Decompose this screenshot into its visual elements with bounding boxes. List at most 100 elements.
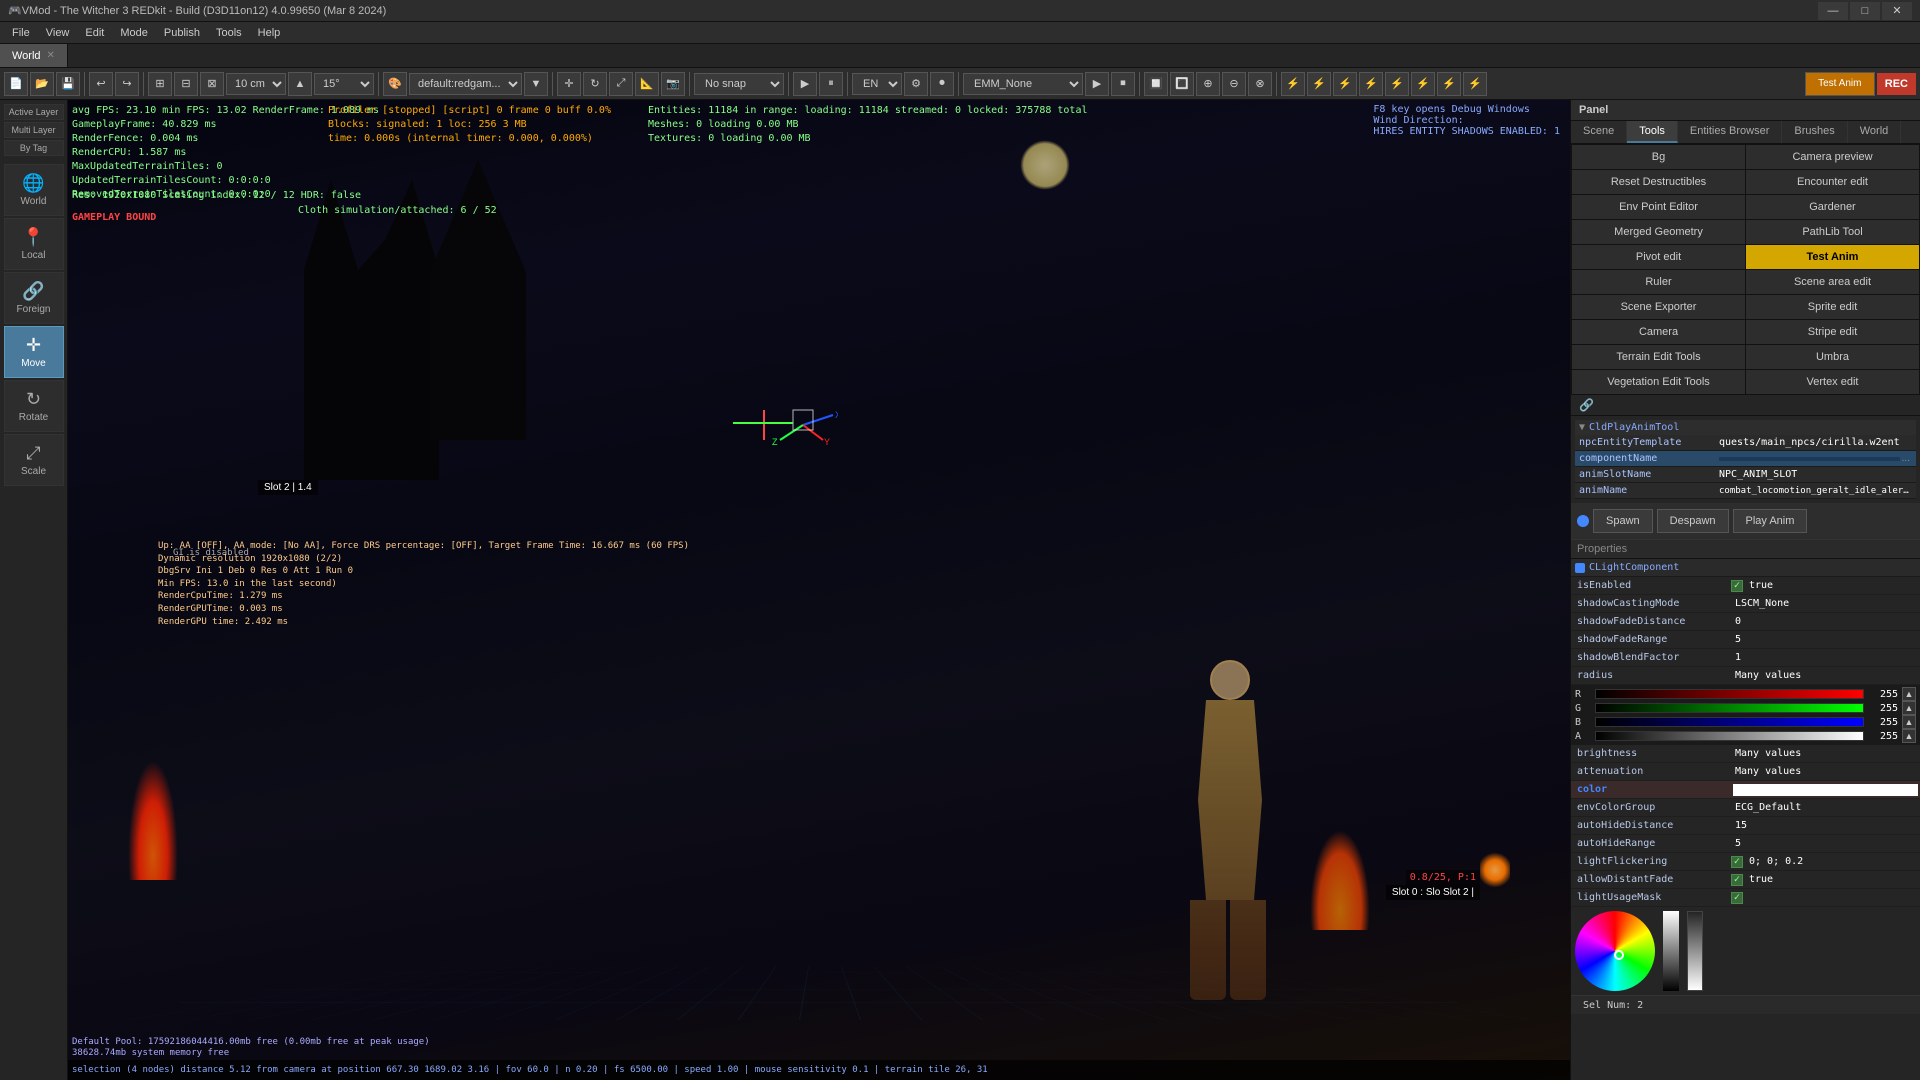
play-anim-button[interactable]: Play Anim [1733,509,1808,533]
toolbar-w5[interactable]: ⚡ [1385,72,1409,96]
tool-env-point-editor[interactable]: Env Point Editor [1572,195,1745,219]
tool-reset-destructibles[interactable]: Reset Destructibles [1572,170,1745,194]
left-tool-rotate[interactable]: ↻ Rotate [4,380,64,432]
left-tool-move[interactable]: ✛ Move [4,326,64,378]
properties-panel[interactable]: CLightComponent isEnabled ✓ true shadowC… [1571,559,1920,1080]
tool-encounter-edit[interactable]: Encounter edit [1746,170,1919,194]
toolbar-extra2[interactable]: 🔳 [1170,72,1194,96]
tool-ruler[interactable]: Ruler [1572,270,1745,294]
toolbar-extra5[interactable]: ⊗ [1248,72,1272,96]
tool-merged-geometry[interactable]: Merged Geometry [1572,220,1745,244]
toolbar-extra3[interactable]: ⊕ [1196,72,1220,96]
toolbar-emm1[interactable]: ▶ [1085,72,1109,96]
b-slider[interactable] [1595,717,1864,727]
tool-scene-exporter[interactable]: Scene Exporter [1572,295,1745,319]
angle-dropdown[interactable]: 15° [314,73,374,95]
tool-gardener[interactable]: Gardener [1746,195,1919,219]
left-tool-local[interactable]: 📍 Local [4,218,64,270]
toolbar-w8[interactable]: ⚡ [1463,72,1487,96]
prop-check-allow-distant[interactable]: ✓ [1731,874,1743,886]
toolbar-snap2[interactable]: 📐 [635,72,659,96]
g-slider[interactable] [1595,703,1864,713]
toolbar-material[interactable]: 🎨 [383,72,407,96]
tool-bg[interactable]: Bg [1572,145,1745,169]
material-dropdown[interactable]: default:redgam... [409,73,522,95]
prop-check-usage-mask[interactable]: ✓ [1731,892,1743,904]
a-increment[interactable]: ▲ [1902,729,1916,743]
toolbar-w7[interactable]: ⚡ [1437,72,1461,96]
toolbar-w6[interactable]: ⚡ [1411,72,1435,96]
minimize-button[interactable]: — [1818,2,1848,20]
tool-vegetation-edit[interactable]: Vegetation Edit Tools [1572,370,1745,394]
menu-file[interactable]: File [4,25,38,41]
despawn-button[interactable]: Despawn [1657,509,1729,533]
toolbar-pause[interactable]: ⏸ [819,72,843,96]
menu-publish[interactable]: Publish [156,25,208,41]
brightness-slider[interactable] [1663,911,1679,991]
toolbar-save[interactable]: 💾 [56,72,80,96]
multi-layer-btn[interactable]: Multi Layer [4,122,64,138]
toolbar-undo[interactable]: ↩ [89,72,113,96]
tab-brushes[interactable]: Brushes [1782,121,1847,143]
r-increment[interactable]: ▲ [1902,687,1916,701]
external-link-icon[interactable]: 🔗 [1577,396,1596,414]
a-slider[interactable] [1595,731,1864,741]
cm-dropdown[interactable]: 10 cm [226,73,286,95]
tool-pivot-edit[interactable]: Pivot edit [1572,245,1745,269]
prop-check-isenabled[interactable]: ✓ [1731,580,1743,592]
toolbar-move[interactable]: ✛ [557,72,581,96]
tool-vertex-edit[interactable]: Vertex edit [1746,370,1919,394]
left-tool-scale[interactable]: ⤢ Scale [4,434,64,486]
world-tab[interactable]: World ✕ [0,44,68,67]
tool-camera-preview[interactable]: Camera preview [1746,145,1919,169]
tab-entities-browser[interactable]: Entities Browser [1678,121,1782,143]
menu-mode[interactable]: Mode [112,25,156,41]
tab-world[interactable]: World [1848,121,1902,143]
toolbar-rotate[interactable]: ↻ [583,72,607,96]
tool-stripe-edit[interactable]: Stripe edit [1746,320,1919,344]
left-tool-world[interactable]: 🌐 World [4,164,64,216]
saturation-slider[interactable] [1687,911,1703,991]
anim-tool-header[interactable]: ▼ CldPlayAnimTool [1575,420,1916,435]
toolbar-arrow[interactable]: ▲ [288,72,312,96]
toolbar-extra1[interactable]: 🔲 [1144,72,1168,96]
toolbar-grid3[interactable]: ⊠ [200,72,224,96]
toolbar-w2[interactable]: ⚡ [1307,72,1331,96]
snap-dropdown[interactable]: No snap [694,73,784,95]
toolbar-new[interactable]: 📄 [4,72,28,96]
by-tag-btn[interactable]: By Tag [4,140,64,156]
g-increment[interactable]: ▲ [1902,701,1916,715]
toolbar-open[interactable]: 📂 [30,72,54,96]
b-increment[interactable]: ▲ [1902,715,1916,729]
toolbar-redo[interactable]: ↪ [115,72,139,96]
toolbar-settings[interactable]: ⚙ [904,72,928,96]
toolbar-extra4[interactable]: ⊖ [1222,72,1246,96]
viewport[interactable]: X Y Z avg FPS: 23.10 min FPS: 13.02 Rend… [68,100,1570,1080]
r-slider[interactable] [1595,689,1864,699]
spawn-button[interactable]: Spawn [1593,509,1653,533]
prop-check-flickering[interactable]: ✓ [1731,856,1743,868]
toolbar-rec-button[interactable]: REC [1877,73,1916,95]
tool-camera[interactable]: Camera [1572,320,1745,344]
toolbar-record[interactable]: ⏺ [930,72,954,96]
left-tool-foreign[interactable]: 🔗 Foreign [4,272,64,324]
toolbar-grid[interactable]: ⊞ [148,72,172,96]
tab-scene[interactable]: Scene [1571,121,1627,143]
tool-terrain-edit[interactable]: Terrain Edit Tools [1572,345,1745,369]
menu-edit[interactable]: Edit [77,25,112,41]
emm-dropdown[interactable]: EMM_None [963,73,1083,95]
toolbar-play[interactable]: ▶ [793,72,817,96]
toolbar-grid2[interactable]: ⊟ [174,72,198,96]
light-component-header[interactable]: CLightComponent [1571,559,1920,577]
anim-val-component[interactable] [1719,457,1900,461]
maximize-button[interactable]: □ [1850,2,1880,20]
menu-help[interactable]: Help [250,25,289,41]
toolbar-test-anim-btn[interactable]: Test Anim [1805,72,1875,96]
menu-tools[interactable]: Tools [208,25,250,41]
toolbar-w3[interactable]: ⚡ [1333,72,1357,96]
menu-view[interactable]: View [38,25,78,41]
color-wheel[interactable] [1575,911,1655,991]
tool-sprite-edit[interactable]: Sprite edit [1746,295,1919,319]
tool-scene-area-edit[interactable]: Scene area edit [1746,270,1919,294]
anim-component-expand[interactable]: ... [1900,453,1912,464]
